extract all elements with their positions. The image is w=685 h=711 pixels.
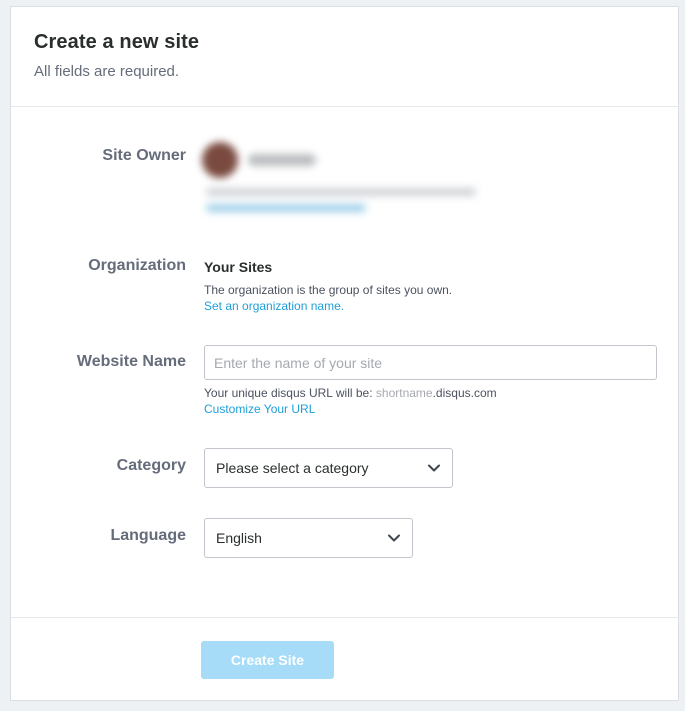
language-selected-value: English xyxy=(216,530,262,546)
url-prefix: Your unique disqus URL will be: xyxy=(204,386,376,400)
create-site-card: Create a new site All fields are require… xyxy=(10,6,679,701)
create-site-button[interactable]: Create Site xyxy=(201,641,334,679)
site-owner-label: Site Owner xyxy=(102,147,186,164)
language-select[interactable]: English xyxy=(204,518,413,558)
avatar xyxy=(202,142,238,178)
owner-info-redacted xyxy=(206,188,476,196)
category-select[interactable]: Please select a category xyxy=(204,448,453,488)
category-selected-value: Please select a category xyxy=(216,460,369,476)
unique-url-help: Your unique disqus URL will be: shortnam… xyxy=(204,386,497,400)
page-title: Create a new site xyxy=(34,31,200,53)
page-subtitle: All fields are required. xyxy=(34,63,180,80)
organization-name: Your Sites xyxy=(204,259,273,275)
category-label: Category xyxy=(116,457,186,474)
set-organization-name-link[interactable]: Set an organization name. xyxy=(204,299,344,313)
url-shortname: shortname xyxy=(375,386,433,400)
owner-link-redacted[interactable] xyxy=(206,204,366,212)
website-name-label: Website Name xyxy=(76,353,186,370)
organization-help: The organization is the group of sites y… xyxy=(204,283,453,297)
customize-url-link[interactable]: Customize Your URL xyxy=(204,402,315,416)
organization-label: Organization xyxy=(88,257,186,274)
url-domain: .disqus.com xyxy=(432,386,497,400)
card-header: Create a new site All fields are require… xyxy=(11,7,678,107)
card-footer xyxy=(11,617,678,702)
owner-name-redacted xyxy=(248,154,316,166)
chevron-down-icon xyxy=(428,464,440,472)
website-name-input[interactable] xyxy=(204,345,657,380)
language-label: Language xyxy=(110,527,186,544)
chevron-down-icon xyxy=(388,534,400,542)
